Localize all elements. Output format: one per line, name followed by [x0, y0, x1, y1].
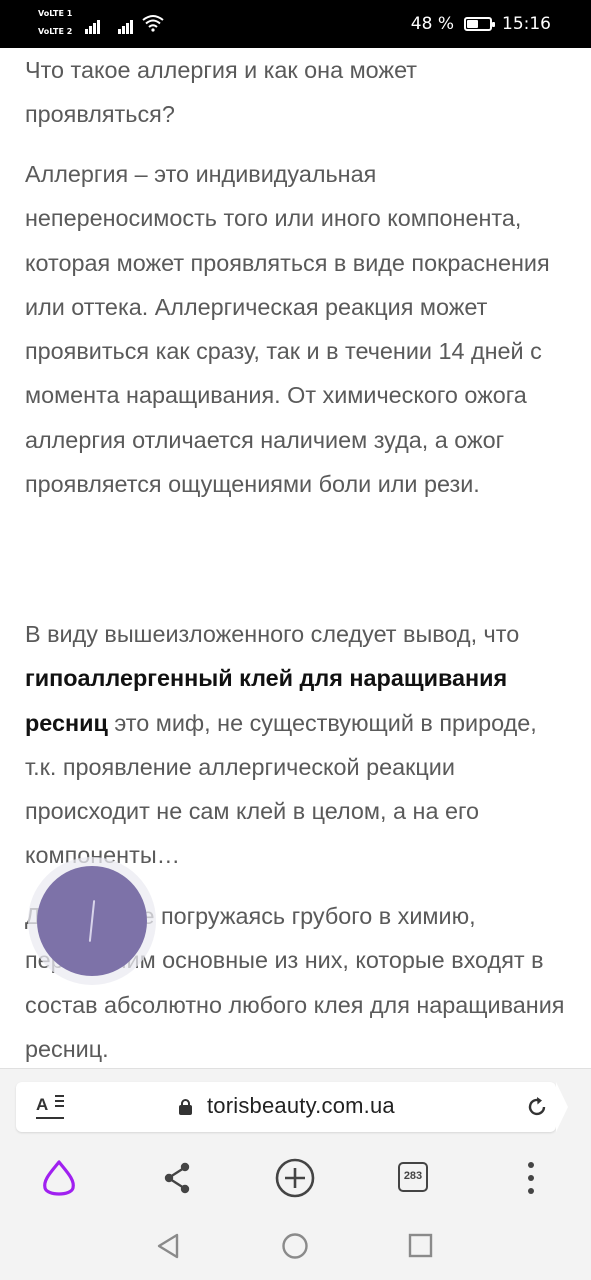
- article-paragraph-allergy: Аллергия – это индивидуальная непереноси…: [25, 161, 550, 498]
- wifi-icon: [142, 15, 164, 32]
- tab-count: 283: [398, 1162, 428, 1192]
- address-bar[interactable]: A torisbeauty.com.ua: [16, 1082, 568, 1132]
- floating-action-button[interactable]: [37, 866, 147, 976]
- refresh-icon[interactable]: [526, 1096, 548, 1118]
- address-bar-area: A torisbeauty.com.ua: [0, 1068, 591, 1145]
- battery-fill: [467, 20, 478, 28]
- alice-assistant-icon[interactable]: [39, 1158, 79, 1198]
- tabs-counter-icon[interactable]: 283: [395, 1158, 435, 1198]
- more-vertical-icon[interactable]: [511, 1158, 551, 1198]
- url-text[interactable]: torisbeauty.com.ua: [207, 1093, 395, 1119]
- clock: 15:16: [502, 14, 551, 34]
- home-circle-icon[interactable]: [281, 1232, 309, 1260]
- lock-icon: [179, 1099, 192, 1115]
- plus-circle-icon[interactable]: [275, 1158, 315, 1198]
- browser-toolbar: 283: [0, 1144, 591, 1212]
- signal-2-icon: [118, 15, 134, 34]
- signal-1-icon: [85, 15, 101, 34]
- paragraph-text: В виду вышеизложенного следует вывод, чт…: [25, 621, 520, 647]
- fab-mark-icon: [88, 900, 96, 942]
- battery-icon: [464, 17, 495, 31]
- share-icon[interactable]: [157, 1158, 197, 1198]
- volte-1-badge: VoLTE 1: [38, 9, 73, 18]
- recents-square-icon[interactable]: [407, 1232, 433, 1260]
- system-navigation-bar: [0, 1212, 591, 1280]
- volte-2-badge: VoLTE 2: [38, 27, 73, 36]
- status-bar: VoLTE 1 VoLTE 2 48 % 15:16: [0, 0, 591, 48]
- back-triangle-icon[interactable]: [155, 1232, 181, 1260]
- reader-mode-icon[interactable]: A: [36, 1095, 64, 1119]
- battery-percent: 48 %: [410, 14, 454, 34]
- article-paragraph-conclusion: В виду вышеизложенного следует вывод, чт…: [25, 612, 573, 878]
- article-heading-paragraph: Что такое аллергия и как она может прояв…: [25, 57, 418, 128]
